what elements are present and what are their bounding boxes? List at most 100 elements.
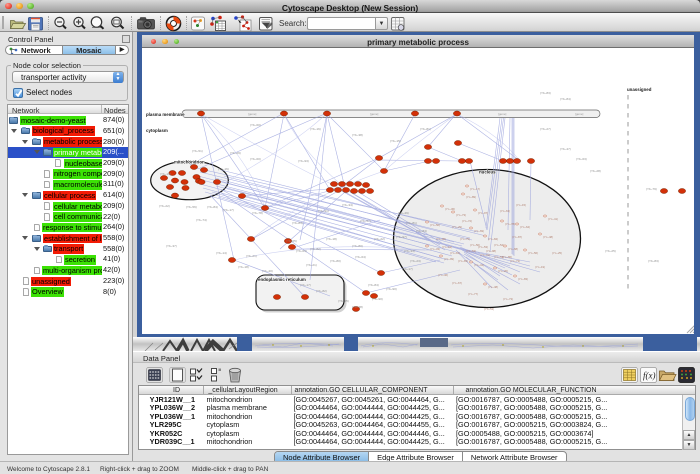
svg-text:(Yb~47): (Yb~47): [560, 147, 571, 151]
svg-text:(Yb~84): (Yb~84): [368, 283, 379, 287]
svg-text:(Yb~16): (Yb~16): [218, 167, 229, 171]
svg-text:(Yb~81): (Yb~81): [406, 221, 417, 225]
svg-text:(Yn~31): (Yn~31): [480, 253, 490, 257]
svg-text:unassigned: unassigned: [627, 87, 652, 92]
svg-text:(Yb~63): (Yb~63): [296, 249, 307, 253]
svg-text:(Yn~25): (Yn~25): [552, 251, 562, 255]
svg-text:(Yb~25): (Yb~25): [605, 249, 616, 253]
svg-text:(Yn~29): (Yn~29): [452, 225, 462, 229]
svg-text:(Yb~21): (Yb~21): [306, 263, 317, 267]
svg-text:(Yn~54): (Yn~54): [494, 243, 504, 247]
svg-text:(Yb~56): (Yb~56): [186, 205, 197, 209]
svg-text:(Yb~90): (Yb~90): [386, 287, 397, 291]
svg-text:(Yn~84): (Yn~84): [488, 237, 498, 241]
svg-text:(Yb~27): (Yb~27): [540, 127, 551, 131]
svg-text:(Yn~20): (Yn~20): [498, 269, 508, 273]
svg-text:[gene]: [gene]: [248, 112, 257, 116]
svg-text:endoplasmic reticulum: endoplasmic reticulum: [258, 277, 306, 282]
svg-text:(Yb~57): (Yb~57): [360, 219, 371, 223]
svg-text:(Yb~74): (Yb~74): [196, 218, 207, 222]
svg-text:(Yn~19): (Yn~19): [535, 265, 545, 269]
svg-text:(Yn~73): (Yn~73): [510, 259, 520, 263]
svg-text:(Yb~49): (Yb~49): [398, 211, 409, 215]
svg-text:(Yb~29): (Yb~29): [230, 151, 241, 155]
svg-text:(Yn~89): (Yn~89): [466, 195, 476, 199]
svg-text:(Yn~50): (Yn~50): [430, 223, 440, 227]
svg-text:(Yb~19): (Yb~19): [160, 172, 171, 176]
svg-text:plasma membrane: plasma membrane: [146, 112, 185, 117]
svg-text:[gene]: [gene]: [575, 112, 584, 116]
svg-text:(Yb~33): (Yb~33): [404, 249, 415, 253]
svg-text:(Yn~17): (Yn~17): [470, 187, 480, 191]
svg-text:(Yn~73): (Yn~73): [503, 297, 513, 301]
svg-text:[gene]: [gene]: [498, 112, 507, 116]
svg-text:(Yn~67): (Yn~67): [452, 281, 462, 285]
svg-text:(Yn~64): (Yn~64): [520, 225, 530, 229]
svg-text:(Yn~83): (Yn~83): [518, 277, 528, 281]
svg-text:(Yb~63): (Yb~63): [576, 157, 587, 161]
svg-text:(Yb~83): (Yb~83): [648, 259, 659, 263]
svg-text:(Yb~40): (Yb~40): [262, 269, 273, 273]
svg-text:(Yn~87): (Yn~87): [512, 235, 522, 239]
svg-text:(Yb~84): (Yb~84): [207, 205, 218, 209]
svg-text:(Yb~81): (Yb~81): [420, 127, 431, 131]
svg-text:(Yb~28): (Yb~28): [590, 169, 601, 173]
svg-text:(Yb~37): (Yb~37): [166, 244, 177, 248]
svg-text:(Yb~91): (Yb~91): [318, 209, 329, 213]
svg-text:(Yb~60): (Yb~60): [250, 123, 261, 127]
svg-text:(Yn~78): (Yn~78): [505, 222, 515, 226]
svg-text:(Yb~17): (Yb~17): [402, 267, 413, 271]
svg-text:(Yn~33): (Yn~33): [430, 247, 440, 251]
svg-text:(Yb~21): (Yb~21): [246, 254, 257, 258]
svg-text:(Yb~22): (Yb~22): [159, 204, 170, 208]
svg-text:(Yb~14): (Yb~14): [216, 251, 227, 255]
svg-text:(Yn~46): (Yn~46): [438, 273, 448, 277]
svg-text:(Yb~84): (Yb~84): [560, 97, 571, 101]
svg-text:nucleus: nucleus: [479, 170, 496, 175]
svg-text:(Yn~63): (Yn~63): [500, 209, 510, 213]
svg-text:(Yb~23): (Yb~23): [410, 259, 421, 263]
svg-text:(Yb~80): (Yb~80): [330, 259, 341, 263]
svg-text:(Yn~15): (Yn~15): [516, 203, 526, 207]
svg-text:(Yn~77): (Yn~77): [468, 292, 478, 296]
svg-text:(Yb~97): (Yb~97): [396, 235, 407, 239]
svg-text:(Yb~60): (Yb~60): [250, 157, 261, 161]
svg-text:(Yb~16): (Yb~16): [310, 127, 321, 131]
svg-text:(Yb~18): (Yb~18): [326, 237, 337, 241]
svg-text:(Yn~41): (Yn~41): [474, 263, 484, 267]
svg-text:(Yn~73): (Yn~73): [456, 213, 466, 217]
svg-text:(Yn~98): (Yn~98): [486, 249, 496, 253]
svg-text:(Yb~93): (Yb~93): [298, 159, 309, 163]
svg-text:(Yn~95): (Yn~95): [436, 237, 446, 241]
svg-text:(Yb~83): (Yb~83): [540, 91, 551, 95]
svg-text:(Yn~56): (Yn~56): [528, 251, 538, 255]
svg-text:(Yb~82): (Yb~82): [310, 247, 321, 251]
svg-text:(Yb~17): (Yb~17): [223, 208, 234, 212]
svg-text:cytoplasm: cytoplasm: [146, 128, 168, 133]
svg-text:(Yb~22): (Yb~22): [374, 237, 385, 241]
svg-text:(Yn~69): (Yn~69): [474, 229, 484, 233]
svg-text:(Yn~19): (Yn~19): [442, 245, 452, 249]
svg-text:(Yn~53): (Yn~53): [484, 307, 494, 311]
svg-text:(Yn~97): (Yn~97): [478, 211, 488, 215]
svg-text:(Yn~83): (Yn~83): [458, 259, 468, 263]
svg-text:(Yb~38): (Yb~38): [352, 133, 363, 137]
svg-text:(Yn~75): (Yn~75): [460, 237, 470, 241]
svg-text:(Yb~18): (Yb~18): [238, 265, 249, 269]
svg-text:(Yb~17): (Yb~17): [300, 283, 311, 287]
svg-text:(Yb~51): (Yb~51): [192, 149, 203, 153]
svg-text:(Yn~48): (Yn~48): [543, 235, 553, 239]
svg-text:(Yn~72): (Yn~72): [462, 219, 472, 223]
svg-text:(Yn~99): (Yn~99): [444, 257, 454, 261]
svg-text:(Yb~38): (Yb~38): [352, 305, 363, 309]
svg-text:(Yb~34): (Yb~34): [342, 203, 353, 207]
svg-text:(Yb~90): (Yb~90): [372, 297, 383, 301]
svg-text:(Yb~78): (Yb~78): [252, 211, 263, 215]
svg-text:(Yn~63): (Yn~63): [466, 249, 476, 253]
svg-text:(Yn~81): (Yn~81): [450, 251, 460, 255]
svg-text:(Yb~65): (Yb~65): [286, 239, 297, 243]
svg-text:(Yn~36): (Yn~36): [445, 207, 455, 211]
svg-text:(Yb~82): (Yb~82): [316, 289, 327, 293]
svg-text:(Yb~64): (Yb~64): [355, 255, 366, 259]
svg-text:(Yb~79): (Yb~79): [646, 187, 657, 191]
